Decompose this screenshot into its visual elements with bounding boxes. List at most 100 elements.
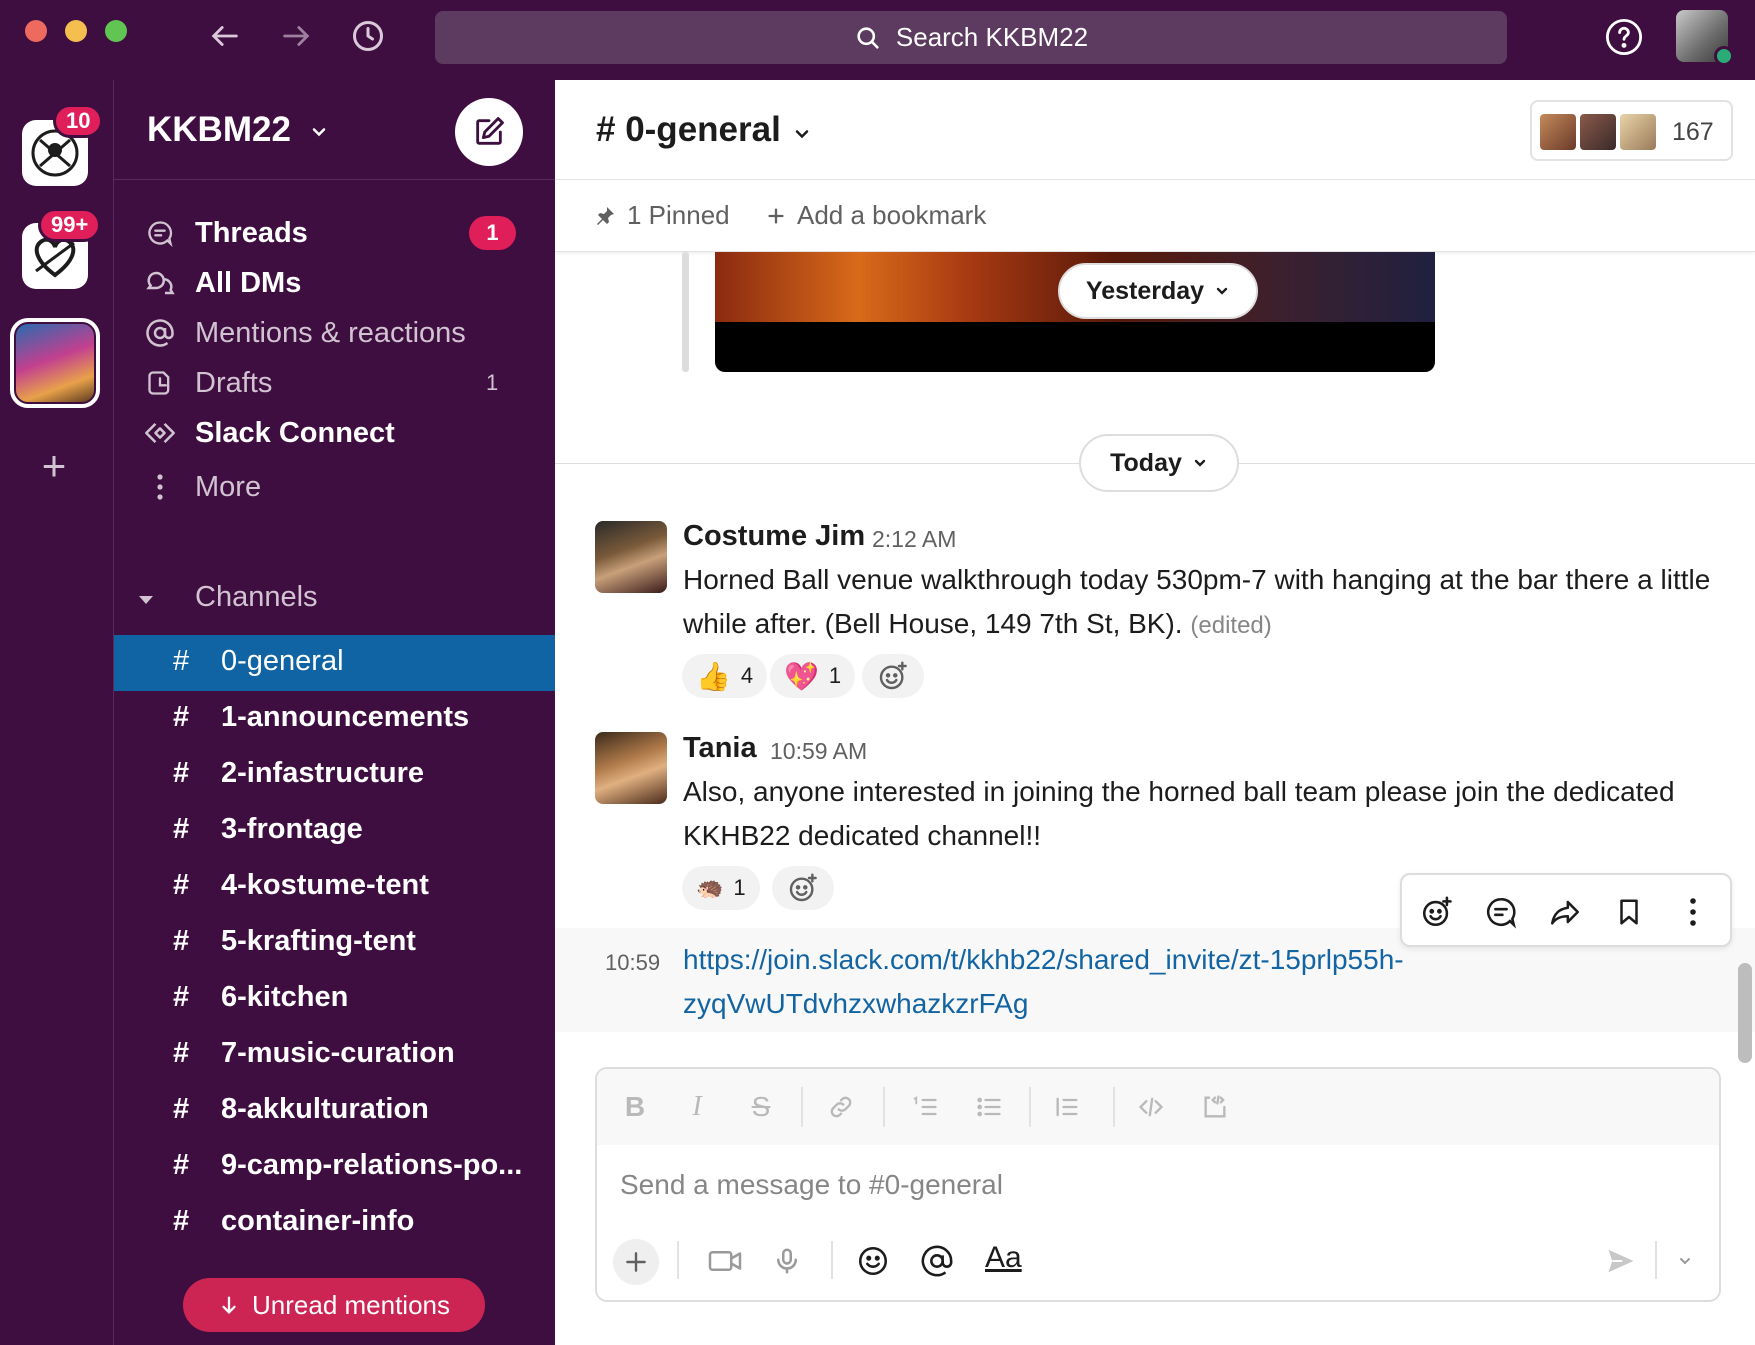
reaction-sparkling-heart[interactable]: 💖 1 xyxy=(770,654,856,698)
blockquote-icon[interactable] xyxy=(1049,1089,1085,1125)
strikethrough-icon[interactable]: S xyxy=(743,1089,779,1125)
channel-item-0-general[interactable]: # 0-general xyxy=(114,635,555,691)
add-bookmark-label: Add a bookmark xyxy=(797,200,987,230)
sidebar-item-label: All DMs xyxy=(195,266,302,299)
channel-item-3-frontage[interactable]: # 3-frontage xyxy=(114,803,555,859)
window-close-button[interactable] xyxy=(25,20,47,42)
bullet-list-icon[interactable] xyxy=(971,1089,1007,1125)
scrollbar-thumb[interactable] xyxy=(1738,963,1752,1063)
chevron-down-icon[interactable] xyxy=(309,122,329,142)
sidebar-item-slack-connect[interactable]: Slack Connect xyxy=(114,408,555,458)
add-bookmark-button[interactable]: Add a bookmark xyxy=(765,200,986,231)
today-pill[interactable]: Today xyxy=(1079,434,1239,492)
reaction-thumbs-up[interactable]: 👍 4 xyxy=(682,654,768,698)
thumbs-up-icon: 👍 xyxy=(696,660,731,692)
channel-name: 8-akkulturation xyxy=(221,1093,429,1125)
yesterday-label: Yesterday xyxy=(1085,276,1205,305)
at-icon xyxy=(144,317,176,349)
window-minimize-button[interactable] xyxy=(65,20,87,42)
toolbar-divider xyxy=(1655,1241,1657,1279)
toolbar-divider xyxy=(831,1241,833,1279)
forward-button[interactable] xyxy=(274,14,318,58)
channels-section-header[interactable]: Channels xyxy=(114,575,555,625)
drafts-icon xyxy=(144,367,176,399)
sidebar-item-label: Mentions & reactions xyxy=(195,316,466,349)
add-workspace-icon[interactable]: + xyxy=(34,445,74,487)
avatar[interactable] xyxy=(595,521,667,593)
sidebar-item-all-dms[interactable]: All DMs xyxy=(114,258,555,308)
code-block-icon[interactable] xyxy=(1197,1089,1233,1125)
members-button[interactable]: 167 xyxy=(1530,100,1733,161)
send-options-button[interactable] xyxy=(1663,1239,1707,1283)
channel-item-8-akkulturation[interactable]: # 8-akkulturation xyxy=(114,1083,555,1139)
message-timestamp[interactable]: 2:12 AM xyxy=(872,526,956,553)
channel-item-7-music-curation[interactable]: # 7-music-curation xyxy=(114,1027,555,1083)
share-action[interactable] xyxy=(1546,893,1584,931)
member-avatar xyxy=(1618,112,1658,152)
help-button[interactable] xyxy=(1603,16,1645,58)
arrow-left-icon xyxy=(211,26,238,46)
reaction-hedgehog[interactable]: 🦔 1 xyxy=(682,866,760,910)
sidebar-item-threads[interactable]: Threads 1 xyxy=(114,208,555,258)
attach-button[interactable] xyxy=(613,1239,659,1285)
channel-name: 4-kostume-tent xyxy=(221,869,429,901)
emoji-button[interactable] xyxy=(851,1239,895,1283)
save-action[interactable] xyxy=(1610,893,1648,931)
pin-icon xyxy=(597,206,614,225)
code-icon[interactable] xyxy=(1133,1089,1169,1125)
yesterday-pill[interactable]: Yesterday xyxy=(1058,263,1258,319)
channel-title[interactable]: # 0-general xyxy=(596,110,781,150)
workspace-name[interactable]: KKBM22 xyxy=(147,110,291,150)
ordered-list-icon[interactable] xyxy=(907,1089,943,1125)
add-reaction-action[interactable] xyxy=(1418,893,1456,931)
member-avatar xyxy=(1578,112,1618,152)
invite-link[interactable]: https://join.slack.com/t/kkhb22/shared_i… xyxy=(683,938,1583,1026)
message-input[interactable]: Send a message to #0-general xyxy=(620,1169,1003,1201)
add-reaction-button[interactable] xyxy=(862,654,924,698)
message-timestamp[interactable]: 10:59 xyxy=(605,950,660,976)
reply-thread-action[interactable] xyxy=(1482,893,1520,931)
channel-name: 0-general xyxy=(221,645,344,677)
channel-item-6-kitchen[interactable]: # 6-kitchen xyxy=(114,971,555,1027)
sparkling-heart-icon: 💖 xyxy=(784,660,819,692)
channel-view: # 0-general 167 1 Pinned Add a bookmark … xyxy=(555,80,1755,1345)
unread-mentions-button[interactable]: Unread mentions xyxy=(183,1278,485,1332)
message-author[interactable]: Costume Jim xyxy=(683,520,865,553)
message-timestamp[interactable]: 10:59 AM xyxy=(770,738,867,765)
slack-connect-icon xyxy=(144,417,176,449)
compose-button[interactable] xyxy=(455,98,523,166)
back-button[interactable] xyxy=(203,14,247,58)
channel-item-5-krafting-tent[interactable]: # 5-krafting-tent xyxy=(114,915,555,971)
message-author[interactable]: Tania xyxy=(683,732,757,765)
audio-clip-button[interactable] xyxy=(765,1239,809,1283)
channel-item-container-info[interactable]: # container-info xyxy=(114,1195,555,1251)
channel-item-4-kostume-tent[interactable]: # 4-kostume-tent xyxy=(114,859,555,915)
channel-item-2-infastructure[interactable]: # 2-infastructure xyxy=(114,747,555,803)
sidebar-item-drafts[interactable]: Drafts 1 xyxy=(114,358,555,408)
bold-icon[interactable]: B xyxy=(617,1089,653,1125)
channel-item-9-camp-relations[interactable]: # 9-camp-relations-po... xyxy=(114,1139,555,1195)
sidebar-item-more[interactable]: More xyxy=(114,462,555,512)
workspace-icon-3[interactable] xyxy=(16,324,94,402)
italic-icon[interactable]: I xyxy=(679,1089,715,1125)
send-icon xyxy=(1608,1249,1634,1273)
sidebar-item-mentions[interactable]: Mentions & reactions xyxy=(114,308,555,358)
add-emoji-icon xyxy=(879,661,907,690)
video-clip-button[interactable] xyxy=(703,1239,747,1283)
chevron-down-icon[interactable] xyxy=(792,124,812,144)
window-zoom-button[interactable] xyxy=(105,20,127,42)
mention-button[interactable] xyxy=(915,1239,959,1283)
text-formatting-toggle[interactable]: Aa xyxy=(985,1241,1022,1275)
link-icon[interactable] xyxy=(823,1089,859,1125)
video-camera-icon xyxy=(708,1251,742,1271)
at-icon xyxy=(921,1245,953,1277)
add-reaction-button[interactable] xyxy=(772,866,834,910)
send-button[interactable] xyxy=(1599,1239,1643,1283)
history-button[interactable] xyxy=(346,14,390,58)
more-actions[interactable] xyxy=(1674,893,1712,931)
arrow-right-icon xyxy=(283,26,310,46)
pinned-button[interactable]: 1 Pinned xyxy=(593,200,730,231)
search-bar[interactable]: Search KKBM22 xyxy=(435,11,1507,64)
channel-item-1-announcements[interactable]: # 1-announcements xyxy=(114,691,555,747)
avatar[interactable] xyxy=(595,732,667,804)
